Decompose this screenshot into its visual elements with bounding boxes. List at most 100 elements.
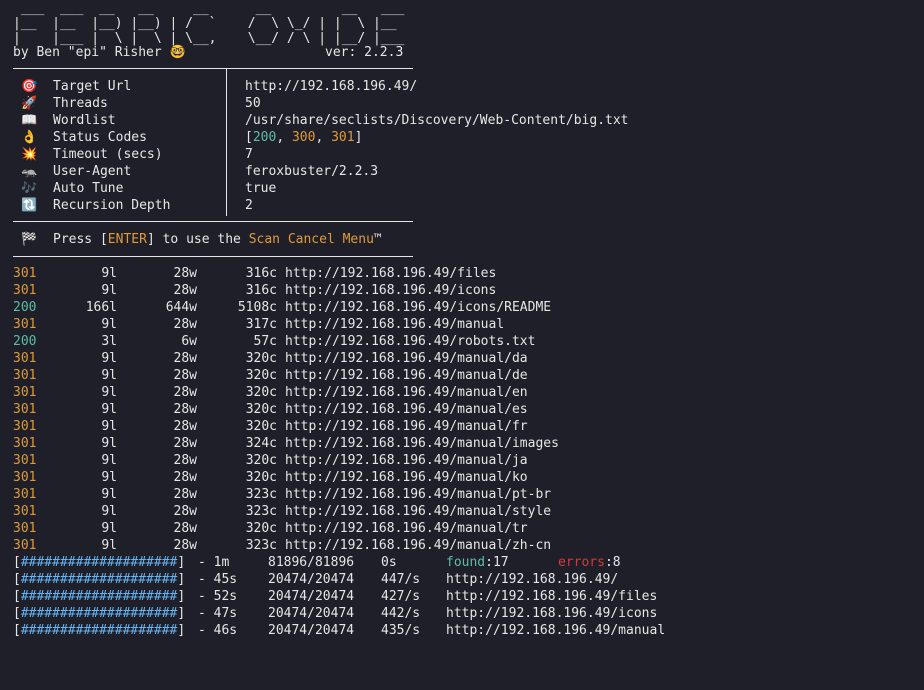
bracket-open: [ (245, 130, 253, 145)
result-lines: 9l (101, 538, 117, 553)
result-row: 301 9l 28w 316c http://192.168.196.49/icons (13, 282, 913, 299)
result-row: 301 9l 28w 320c http://192.168.196.49/manual… (13, 367, 913, 384)
result-chars: 320c (245, 385, 277, 400)
result-row: 200 166l 644w 5108c http://192.168.196.49/ic… (13, 299, 913, 316)
status-code: 300 (291, 130, 316, 145)
status-code: 301 (331, 130, 355, 145)
result-status: 301 (13, 504, 37, 519)
prompt-tm: ™ (373, 232, 382, 247)
progress-row: [####################] - 52s 20474/20474 42… (13, 588, 913, 605)
result-lines: 9l (101, 317, 117, 332)
result-chars: 320c (245, 351, 277, 366)
result-status: 301 (13, 521, 37, 536)
config-value: true (245, 181, 277, 196)
result-chars: 320c (245, 453, 277, 468)
config-row: 🚀 Threads 50 (13, 95, 913, 112)
result-words: 28w (173, 351, 197, 366)
progress-url: http://192.168.196.49/files (446, 589, 658, 604)
result-url: http://192.168.196.49/manual/zh-cn (285, 538, 552, 553)
result-words: 28w (173, 470, 197, 485)
config-value: [200, 300, 301] (245, 129, 362, 146)
config-row: 🔃 Recursion Depth 2 (13, 197, 913, 214)
progress-summary: [####################] - 1m 81896/81896 … (13, 554, 621, 571)
progress-bar: [####################] (13, 589, 186, 604)
result-chars: 57c (253, 334, 277, 349)
config-label: Recursion Depth (53, 198, 171, 213)
result-url: http://192.168.196.49/manual/ko (285, 470, 528, 485)
bracket-close: ] (354, 130, 363, 145)
timeout-icon: 💥 (21, 147, 38, 162)
config-row: 💥 Timeout (secs) 7 (13, 146, 913, 163)
result-url: http://192.168.196.49/manual/style (285, 504, 552, 519)
result-chars: 320c (245, 368, 277, 383)
config-value: 7 (245, 147, 253, 162)
result-url: http://192.168.196.49/manual/en (285, 385, 528, 400)
progress-summary-bar: [####################] (13, 555, 186, 570)
result-url: http://192.168.196.49/manual/ja (285, 453, 528, 468)
result-words: 28w (173, 317, 197, 332)
config-label: Auto Tune (53, 181, 124, 196)
errors-label: errors (558, 555, 605, 570)
result-words: 28w (173, 538, 197, 553)
result-status: 301 (13, 487, 37, 502)
progress-elapsed: - 52s (198, 589, 238, 604)
errors-value: :8 (604, 555, 621, 570)
config-value: 50 (245, 96, 261, 111)
result-row: 301 9l 28w 316c http://192.168.196.49/files (13, 265, 913, 282)
result-chars: 317c (245, 317, 277, 332)
result-words: 28w (173, 487, 197, 502)
progress-row: [####################] - 46s 20474/20474 43… (13, 622, 913, 639)
result-url: http://192.168.196.49/manual/tr (285, 521, 528, 536)
result-chars: 320c (245, 521, 277, 536)
result-status: 301 (13, 266, 37, 281)
result-status: 301 (13, 385, 37, 400)
result-chars: 320c (245, 402, 277, 417)
result-words: 28w (173, 419, 197, 434)
progress-rate: 427/s (381, 589, 421, 604)
config-value: feroxbuster/2.2.3 (245, 164, 379, 179)
result-lines: 9l (101, 487, 117, 502)
progress-elapsed: - 47s (198, 606, 238, 621)
result-lines: 9l (101, 402, 117, 417)
result-status: 301 (13, 351, 37, 366)
code-separator: , (276, 130, 292, 145)
result-status: 200 (13, 300, 37, 315)
config-bottom-divider (13, 221, 413, 222)
result-url: http://192.168.196.49/manual/de (285, 368, 528, 383)
result-status: 301 (13, 419, 37, 434)
code-separator: , (315, 130, 332, 145)
progress-summary-elapsed: - 1m (198, 555, 230, 570)
result-chars: 324c (245, 436, 277, 451)
result-row: 301 9l 28w 320c http://192.168.196.49/manual… (13, 520, 913, 537)
config-label: User-Agent (53, 164, 132, 179)
status-codes-icon: 👌 (21, 130, 38, 145)
result-row: 301 9l 28w 317c http://192.168.196.49/manual (13, 316, 913, 333)
result-lines: 9l (101, 368, 117, 383)
config-top-divider (13, 68, 413, 69)
result-row: 301 9l 28w 320c http://192.168.196.49/manual… (13, 418, 913, 435)
config-label: Status Codes (53, 130, 147, 145)
progress-rate: 435/s (381, 623, 421, 638)
prompt-text: Press [ENTER] to use the Scan Cancel Men… (53, 231, 382, 248)
config-row: 🎯 Target Url http://192.168.196.49/ (13, 78, 913, 95)
config-row: 🦡 User-Agent feroxbuster/2.2.3 (13, 163, 913, 180)
result-lines: 3l (101, 334, 117, 349)
auto-tune-icon: 🎶 (21, 181, 38, 196)
result-row: 200 3l 6w 57c http://192.168.196.49/robots.t… (13, 333, 913, 350)
result-url: http://192.168.196.49/manual/fr (285, 419, 528, 434)
prompt-mid: ] to use the (146, 232, 249, 247)
result-words: 6w (181, 334, 197, 349)
result-words: 28w (173, 521, 197, 536)
result-status: 301 (13, 317, 37, 332)
prompt-pre: Press [ (53, 232, 108, 247)
result-status: 301 (13, 283, 37, 298)
result-url: http://192.168.196.49/manual/images (285, 436, 559, 451)
result-words: 28w (173, 266, 197, 281)
flag-icon: 🏁 (21, 232, 38, 247)
result-url: http://192.168.196.49/manual/da (285, 351, 528, 366)
result-words: 28w (173, 402, 197, 417)
progress-rate: 447/s (381, 572, 421, 587)
prompt-divider (13, 256, 413, 257)
result-status: 200 (13, 334, 37, 349)
result-url: http://192.168.196.49/icons/README (285, 300, 552, 315)
